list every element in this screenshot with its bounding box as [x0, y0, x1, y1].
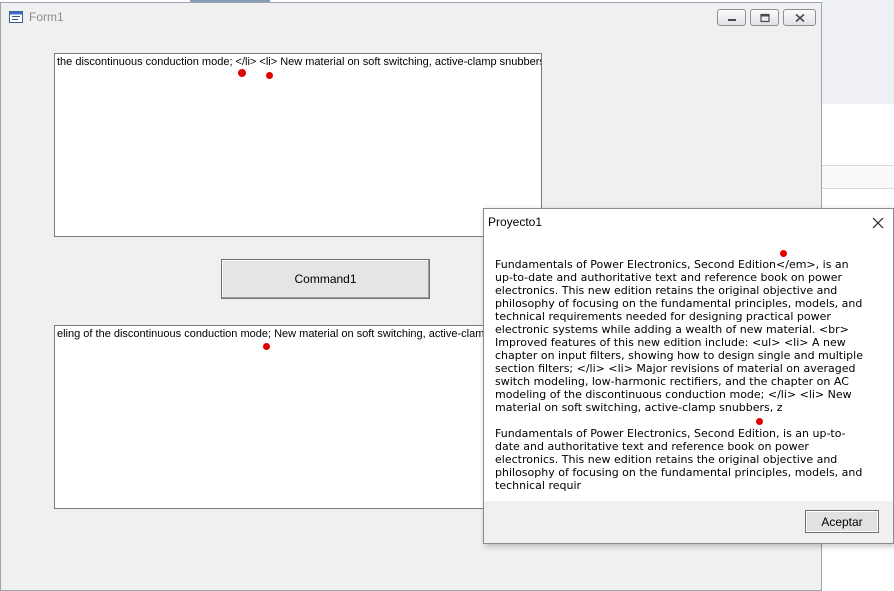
message-box: Proyecto1 Fundamentals of Power Electron…	[483, 208, 894, 544]
marker-dot	[266, 72, 273, 79]
accept-button-label: Aceptar	[821, 515, 863, 529]
close-button[interactable]	[783, 9, 816, 26]
text1-value: the discontinuous conduction mode; </li>…	[57, 56, 542, 68]
command1-label: Command1	[294, 272, 357, 286]
maximize-icon	[759, 13, 770, 22]
command1-button[interactable]: Command1	[221, 259, 430, 299]
marker-dot	[756, 418, 763, 425]
title-bar[interactable]: Form1	[1, 3, 821, 31]
text2-value: eling of the discontinuous conduction mo…	[57, 328, 542, 340]
message-box-footer: Aceptar	[484, 501, 893, 543]
background-window-strip	[822, 0, 894, 104]
marker-dot	[780, 250, 787, 257]
accept-button[interactable]: Aceptar	[805, 510, 879, 533]
text1-textbox[interactable]: the discontinuous conduction mode; </li>…	[54, 53, 542, 237]
message-paragraph: Fundamentals of Power Electronics, Secon…	[495, 258, 867, 414]
window-title: Form1	[29, 10, 64, 24]
message-box-body: Fundamentals of Power Electronics, Secon…	[495, 258, 870, 505]
text2-textbox[interactable]: eling of the discontinuous conduction mo…	[54, 325, 542, 509]
marker-dot	[238, 69, 246, 77]
minimize-button[interactable]	[717, 9, 746, 26]
close-icon	[794, 13, 805, 22]
message-paragraph: Fundamentals of Power Electronics, Secon…	[495, 427, 866, 492]
message-box-title: Proyecto1	[488, 215, 543, 229]
marker-dot	[263, 343, 270, 350]
close-icon[interactable]	[869, 214, 887, 232]
background-window-row	[822, 165, 894, 189]
maximize-button[interactable]	[750, 9, 779, 26]
minimize-icon	[727, 18, 736, 21]
form-icon	[9, 11, 23, 23]
